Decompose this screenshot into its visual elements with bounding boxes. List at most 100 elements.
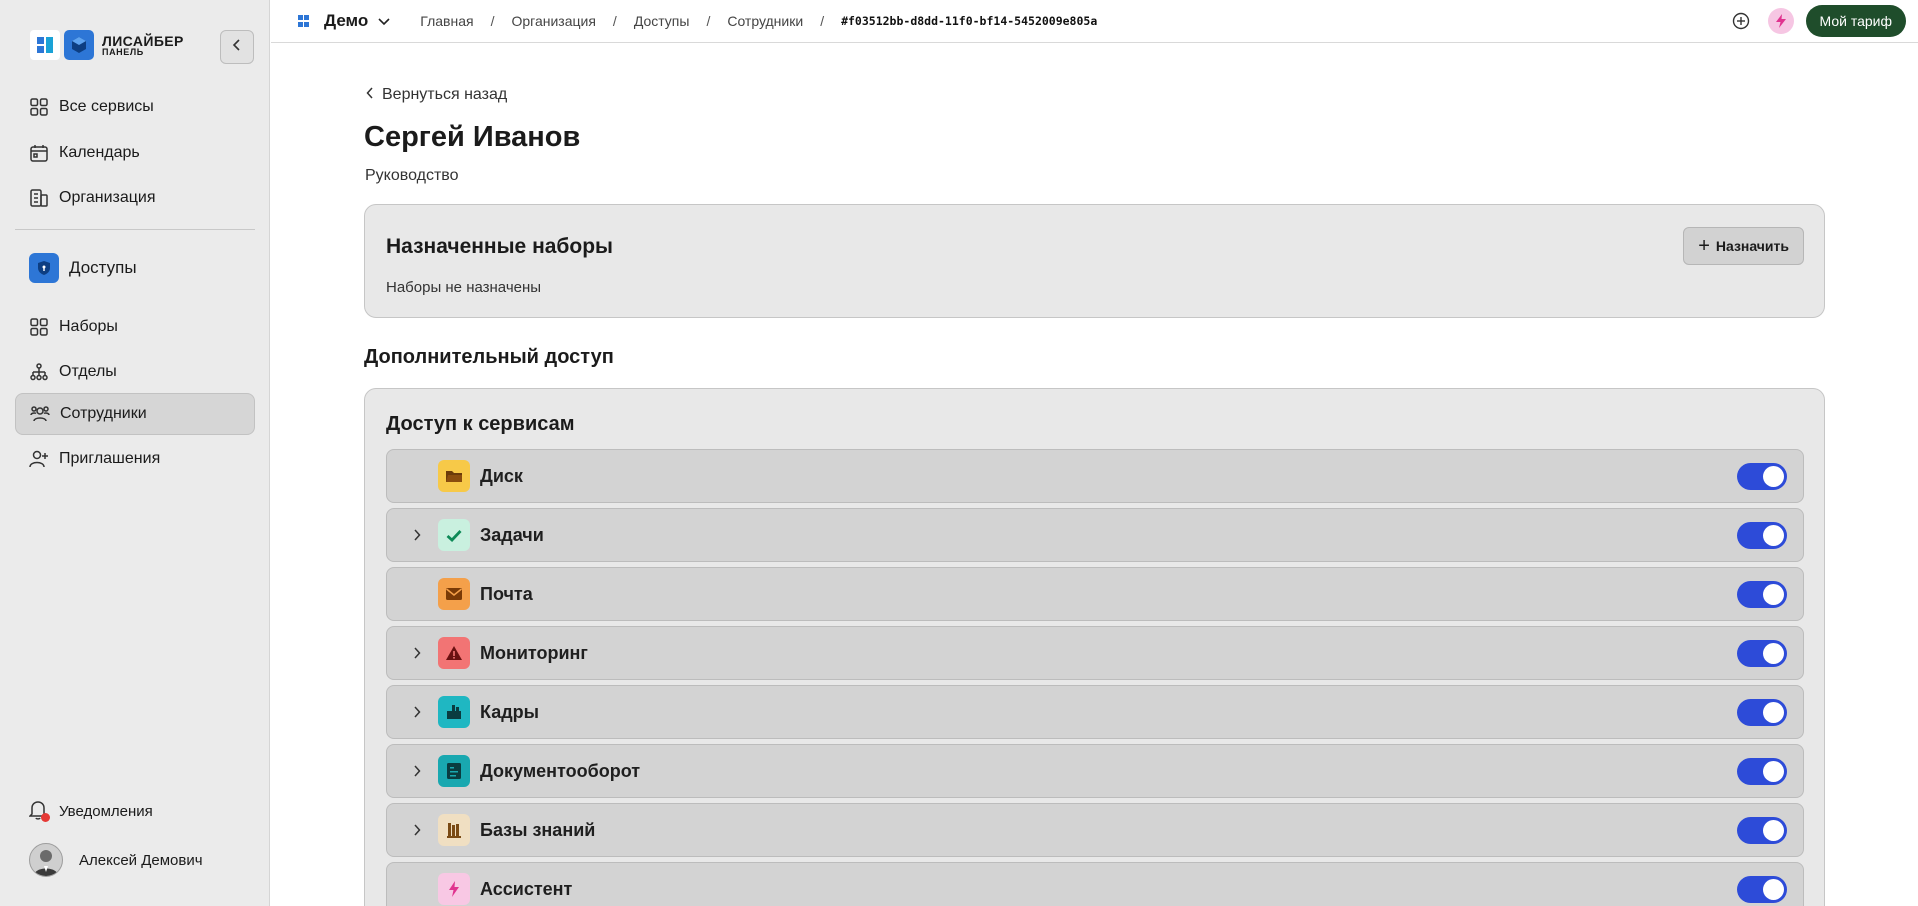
notifications-button[interactable]: Уведомления <box>28 800 153 822</box>
sidebar-item-sets[interactable]: Наборы <box>15 306 255 348</box>
service-toggle-tasks[interactable] <box>1737 521 1787 549</box>
chevron-left-icon <box>232 38 242 56</box>
service-toggle-assistant[interactable] <box>1737 875 1787 903</box>
sidebar-divider <box>15 229 255 230</box>
service-toggle-monitoring[interactable] <box>1737 639 1787 667</box>
sidebar-section-access[interactable]: Доступы <box>15 248 255 288</box>
service-toggle-docflow[interactable] <box>1737 757 1787 785</box>
service-name: Ассистент <box>480 878 573 899</box>
chevron-left-icon <box>366 86 374 104</box>
service-row-tasks: Задачи <box>386 508 1804 562</box>
assigned-sets-card: Назначенные наборы Наборы не назначены +… <box>364 204 1825 318</box>
topbar: Демо Главная / Организация / Доступы / С… <box>271 0 1918 43</box>
sidebar-item-calendar[interactable]: Календарь <box>15 132 255 174</box>
folder-icon <box>438 460 470 492</box>
breadcrumb-home[interactable]: Главная <box>420 13 473 29</box>
avatar <box>29 843 63 877</box>
plus-icon: + <box>1698 235 1710 257</box>
brand-subtitle: ПАНЕЛЬ <box>102 46 144 57</box>
grid-icon <box>29 97 49 117</box>
calendar-icon <box>29 143 49 163</box>
page-title: Сергей Иванов <box>364 121 581 153</box>
chevron-right-icon[interactable] <box>409 527 425 543</box>
toggle-knob <box>1763 819 1784 841</box>
grid-icon <box>29 317 49 337</box>
breadcrumb-organization[interactable]: Организация <box>511 13 595 29</box>
assign-button-label: Назначить <box>1715 238 1789 254</box>
service-name: Мониторинг <box>480 642 588 663</box>
breadcrumb-separator: / <box>820 13 825 29</box>
extra-access-title: Дополнительный доступ <box>364 346 614 368</box>
assistant-bolt-icon[interactable] <box>1767 8 1794 34</box>
breadcrumb-separator: / <box>612 13 617 29</box>
breadcrumb-current-id: #f03512bb-d8dd-11f0-bf14-5452009e805a <box>841 14 1098 28</box>
sidebar-item-all-services[interactable]: Все сервисы <box>15 86 255 128</box>
books-icon <box>438 814 470 846</box>
service-name: Почта <box>480 583 533 604</box>
add-circle-icon[interactable] <box>1728 8 1754 34</box>
sidebar-section-label: Доступы <box>69 258 137 277</box>
chevron-down-icon <box>378 11 390 31</box>
chevron-right-icon[interactable] <box>409 645 425 661</box>
breadcrumb-access[interactable]: Доступы <box>634 13 690 29</box>
toggle-knob <box>1763 878 1784 900</box>
service-access-card: Доступ к сервисам Диск Задачи Почта Мони… <box>364 388 1825 906</box>
user-plus-icon <box>29 449 49 469</box>
back-link-label: Вернуться назад <box>382 86 508 103</box>
logo-mark-icon <box>30 30 60 60</box>
chevron-right-icon[interactable] <box>409 763 425 779</box>
toggle-knob <box>1763 642 1784 664</box>
sidebar-item-employees[interactable]: Сотрудники <box>15 393 255 435</box>
assign-button[interactable]: + Назначить <box>1683 227 1804 265</box>
breadcrumb-employees[interactable]: Сотрудники <box>727 13 803 29</box>
employee-department: Руководство <box>365 167 459 184</box>
toggle-knob <box>1763 524 1784 546</box>
user-profile[interactable]: Алексей Демович <box>29 843 203 877</box>
brand-name: ЛИСАЙБЕР <box>102 32 184 49</box>
service-row-mail: Почта <box>386 567 1804 621</box>
back-link[interactable]: Вернуться назад <box>366 86 507 104</box>
sidebar-item-invitations[interactable]: Приглашения <box>15 438 255 480</box>
document-icon <box>438 755 470 787</box>
app-logo[interactable]: ЛИСАЙБЕР ПАНЕЛЬ <box>30 30 184 60</box>
breadcrumb-separator: / <box>706 13 711 29</box>
chevron-right-icon[interactable] <box>409 704 425 720</box>
service-name: Кадры <box>480 701 540 722</box>
sidebar: ЛИСАЙБЕР ПАНЕЛЬ Все сервисы Календарь Ор… <box>0 0 270 906</box>
personnel-icon <box>438 696 470 728</box>
toggle-knob <box>1763 701 1784 723</box>
service-access-title: Доступ к сервисам <box>386 413 575 435</box>
service-name: Базы знаний <box>480 819 596 840</box>
org-logo-icon <box>298 15 310 27</box>
org-name: Демо <box>324 11 369 30</box>
service-row-assistant: Ассистент <box>386 862 1804 906</box>
chevron-right-icon[interactable] <box>409 822 425 838</box>
assigned-sets-title: Назначенные наборы <box>386 235 613 258</box>
service-toggle-knowledge-bases[interactable] <box>1737 816 1787 844</box>
service-name: Диск <box>480 465 523 486</box>
service-toggle-mail[interactable] <box>1737 580 1787 608</box>
service-name: Задачи <box>480 524 544 545</box>
sidebar-item-departments[interactable]: Отделы <box>15 351 255 393</box>
service-row-personnel: Кадры <box>386 685 1804 739</box>
breadcrumb-separator: / <box>490 13 495 29</box>
sidebar-item-label: Календарь <box>59 144 140 161</box>
service-row-knowledge-bases: Базы знаний <box>386 803 1804 857</box>
toggle-knob <box>1763 583 1784 605</box>
my-plan-button[interactable]: Мой тариф <box>1805 5 1906 37</box>
warning-icon <box>438 637 470 669</box>
collapse-sidebar-button[interactable] <box>220 30 254 64</box>
service-toggle-disk[interactable] <box>1737 462 1787 490</box>
mail-icon <box>438 578 470 610</box>
org-switcher[interactable]: Демо <box>298 11 390 31</box>
sidebar-item-label: Приглашения <box>59 450 161 467</box>
sidebar-item-label: Наборы <box>59 318 118 335</box>
bolt-icon <box>438 873 470 905</box>
check-icon <box>438 519 470 551</box>
sidebar-item-label: Организация <box>59 189 156 206</box>
assigned-sets-empty-text: Наборы не назначены <box>386 279 542 296</box>
shield-icon <box>29 253 59 283</box>
notifications-label: Уведомления <box>59 802 153 820</box>
sidebar-item-organization[interactable]: Организация <box>15 177 255 219</box>
service-toggle-personnel[interactable] <box>1737 698 1787 726</box>
